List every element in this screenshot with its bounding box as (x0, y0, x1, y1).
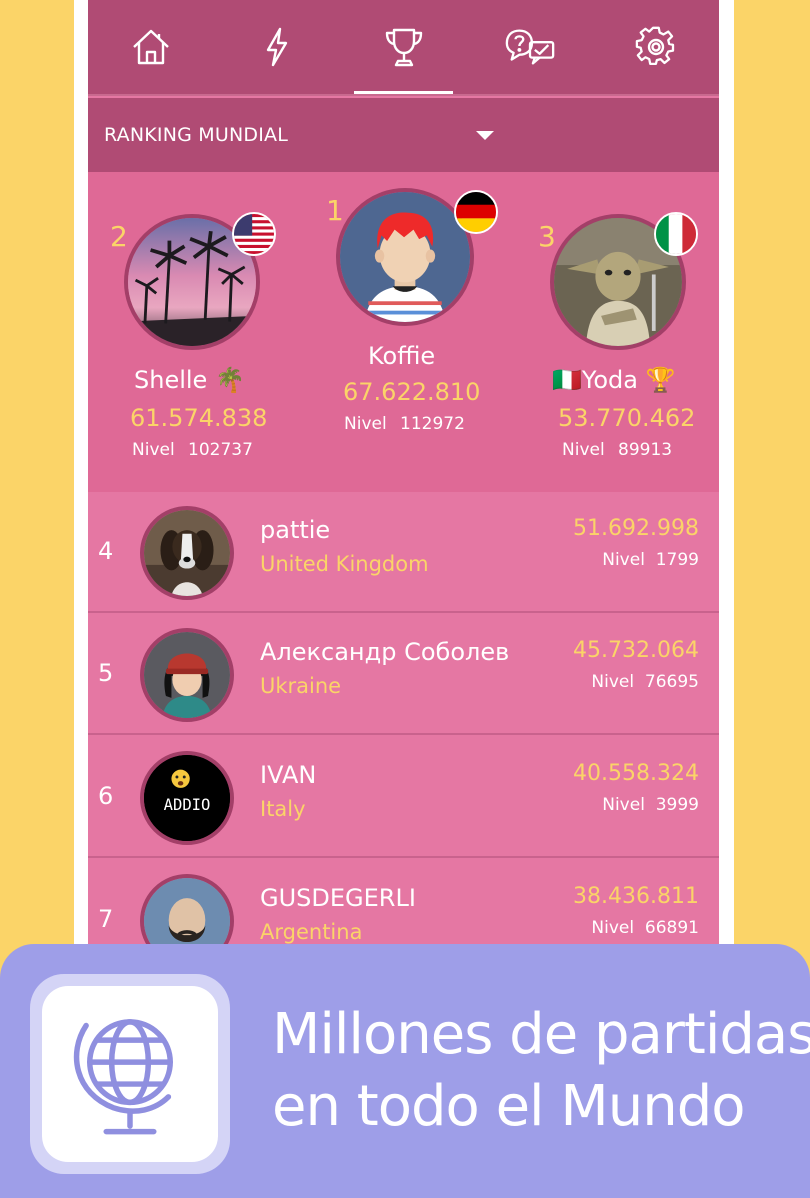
avatar: ADDIO (140, 751, 234, 845)
player-name: pattie (260, 516, 331, 544)
avatar-text: ADDIO (164, 796, 211, 814)
phone-frame: RANKING MUNDIAL 2 Shelle 🌴 61.574.838 Ni… (74, 0, 734, 960)
cartoon-boy-avatar (340, 192, 470, 322)
tab-quick-play[interactable] (214, 0, 340, 94)
row-rank: 7 (98, 905, 114, 933)
podium-rank: 3 (538, 220, 556, 253)
question-chat-icon (505, 29, 555, 65)
player-country: United Kingdom (260, 552, 429, 576)
podium-first[interactable]: 1 Koffie 67.622.810 Nivel 112972 (298, 172, 508, 492)
player-level-label: Nivel (602, 550, 645, 570)
podium-third[interactable]: 3 🇮🇹Yoda 🏆 53.770.462 Nivel 89913 (508, 172, 719, 492)
row-rank: 4 (98, 537, 114, 565)
player-score: 38.436.811 (573, 884, 699, 909)
podium-rank: 1 (326, 194, 344, 227)
player-score: 45.732.064 (573, 638, 699, 663)
player-level-label: Nivel (562, 440, 605, 460)
player-name: Александр Соболев (260, 638, 510, 666)
lightning-icon (267, 27, 288, 67)
globe-badge (30, 974, 230, 1174)
player-level: Nivel 76695 (591, 672, 699, 692)
player-level: 89913 (618, 440, 673, 460)
globe-icon (73, 1019, 173, 1135)
row-rank: 6 (98, 782, 114, 810)
addio-text-avatar: ADDIO (144, 755, 230, 841)
player-score: 61.574.838 (130, 404, 268, 432)
tab-questions[interactable] (467, 0, 593, 94)
player-level-label: Nivel (591, 918, 635, 938)
player-country: Argentina (260, 920, 363, 944)
player-level: Nivel 3999 (602, 795, 699, 815)
ranking-dropdown[interactable]: RANKING MUNDIAL (88, 98, 719, 172)
podium: 2 Shelle 🌴 61.574.838 Nivel 102737 1 Kof… (88, 172, 719, 492)
player-level-value: 1799 (655, 550, 699, 570)
player-name: IVAN (260, 761, 317, 789)
top-navigation (88, 0, 719, 96)
player-level: Nivel 66891 (591, 918, 699, 938)
player-score: 67.622.810 (343, 378, 481, 406)
player-level: 102737 (188, 440, 253, 460)
dog-photo (144, 510, 230, 596)
banner-headline-line1: Millones de partidas (272, 1002, 810, 1067)
player-level-label: Nivel (602, 795, 645, 815)
player-name: Shelle 🌴 (134, 366, 245, 394)
player-level-value: 66891 (644, 918, 699, 938)
app-screen: RANKING MUNDIAL 2 Shelle 🌴 61.574.838 Ni… (88, 0, 719, 960)
list-item[interactable]: 5 Александр Соболев Ukraine 45.732.064 N… (88, 614, 719, 735)
tab-ranking[interactable] (340, 0, 466, 94)
player-level-value: 76695 (644, 672, 699, 692)
avatar (140, 506, 234, 600)
italy-flag-icon (654, 212, 698, 256)
player-score: 53.770.462 (558, 404, 696, 432)
player-name: 🇮🇹Yoda 🏆 (552, 366, 676, 394)
list-item[interactable]: 4 pattie United Kingdom 51.692.998 Nivel… (88, 492, 719, 613)
player-country: Ukraine (260, 674, 342, 698)
player-level: 112972 (400, 414, 465, 434)
player-name: GUSDEGERLI (260, 884, 416, 912)
ranking-dropdown-label: RANKING MUNDIAL (104, 124, 289, 146)
promo-banner: Millones de partidas en todo el Mundo (0, 944, 810, 1198)
player-level: Nivel 1799 (602, 550, 699, 570)
podium-rank: 2 (110, 220, 128, 253)
banner-headline-line2: en todo el Mundo (272, 1074, 745, 1139)
player-score: 51.692.998 (573, 516, 699, 541)
tab-settings[interactable] (593, 0, 719, 94)
list-item[interactable]: 6 ADDIO IVAN Italy 40.558.324 Nivel 3999 (88, 737, 719, 858)
player-level-value: 3999 (655, 795, 699, 815)
globe-card (42, 986, 218, 1162)
usa-flag-icon (232, 212, 276, 256)
home-icon (133, 29, 169, 65)
tab-home[interactable] (88, 0, 214, 94)
germany-flag-icon (454, 190, 498, 234)
row-rank: 5 (98, 659, 114, 687)
settings-gear-icon (635, 26, 675, 66)
player-name: Koffie (368, 342, 436, 370)
trophy-icon (385, 28, 422, 67)
player-level-label: Nivel (132, 440, 175, 460)
player-level-label: Nivel (344, 414, 387, 434)
avatar (140, 628, 234, 722)
cartoon-girl-avatar (144, 632, 230, 718)
chevron-down-icon (476, 131, 494, 140)
player-level-label: Nivel (591, 672, 635, 692)
player-country: Italy (260, 797, 306, 821)
podium-second[interactable]: 2 Shelle 🌴 61.574.838 Nivel 102737 (88, 172, 298, 492)
player-score: 40.558.324 (573, 761, 699, 786)
